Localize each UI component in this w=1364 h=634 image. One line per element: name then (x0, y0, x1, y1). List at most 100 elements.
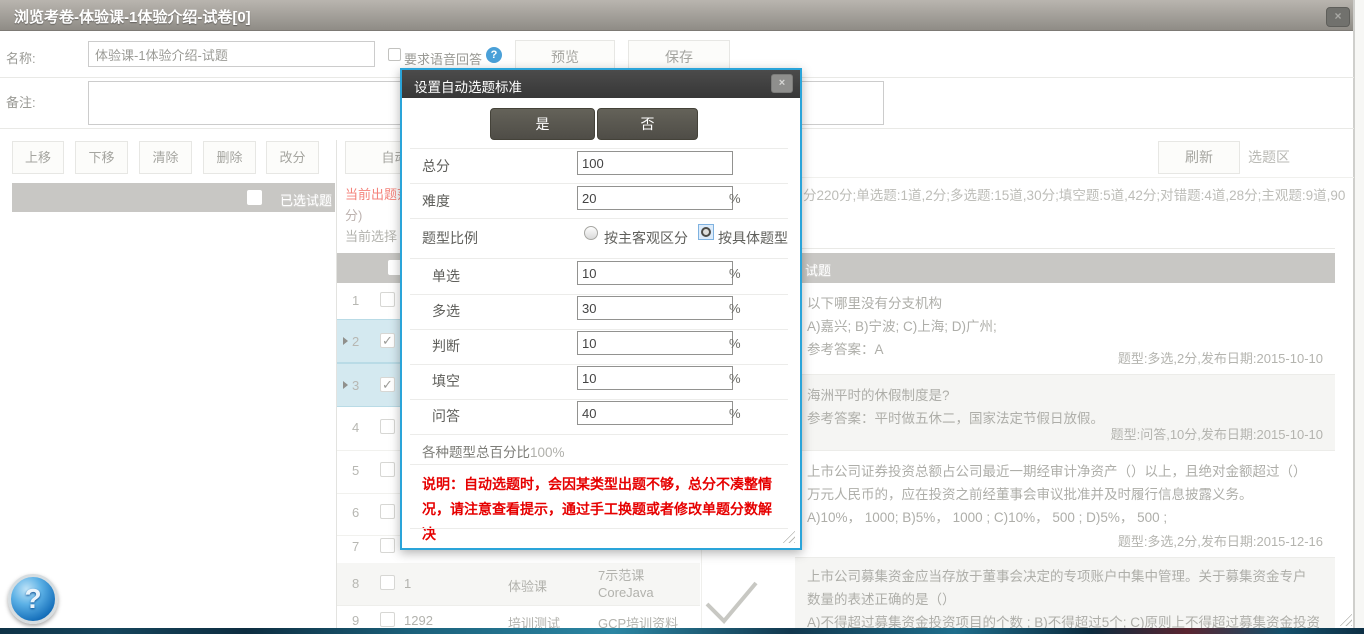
percent-sign: % (729, 371, 741, 386)
true-false-label: 判断 (432, 336, 460, 356)
voice-help-icon[interactable]: ? (486, 47, 502, 63)
divider (410, 294, 788, 295)
question-meta: 题型:多选,2分,发布日期:2015-10-10 (1118, 348, 1323, 367)
divider (410, 399, 788, 400)
row-checkbox[interactable] (380, 504, 395, 519)
total-score-input[interactable] (577, 151, 733, 175)
divider (410, 258, 788, 259)
window-titlebar: 浏览考卷-体验课-1体验介绍-试卷[0] (0, 0, 1354, 31)
total-score-label: 总分 (422, 156, 450, 176)
percent-sign: % (729, 266, 741, 281)
question-meta: 题型:问答,10分,发布日期:2015-10-10 (1111, 424, 1323, 443)
essay-input[interactable] (577, 401, 733, 425)
exam-name-input[interactable] (88, 41, 375, 67)
radio-by-specific-type[interactable] (698, 224, 714, 240)
selected-questions-header: 已选试题 (12, 183, 335, 212)
divider (410, 364, 788, 365)
row-checkbox[interactable] (380, 462, 395, 477)
auto-select-modal: 设置自动选题标准 × 是 否 总分 难度 % 题型比例 按主客观区分 按具体题型… (400, 68, 802, 550)
percent-sign: % (729, 191, 741, 206)
question-item[interactable]: 上市公司证券投资总额占公司最近一期经审计净资产（）以上，且绝对金额超过（） 万元… (795, 451, 1335, 558)
auto-select-warning-text: 说明：自动选题时，会因某类型出题不够，总分不凑整情况，请注意查看提示，通过手工换… (422, 472, 776, 547)
divider (410, 329, 788, 330)
fill-blank-input[interactable] (577, 366, 733, 390)
question-item[interactable]: 以下哪里没有分支机构 A)嘉兴; B)宁波; C)上海; D)广州; 参考答案：… (795, 283, 1335, 375)
window-close-icon[interactable]: × (1326, 7, 1350, 27)
single-choice-input[interactable] (577, 261, 733, 285)
change-score-button[interactable]: 改分 (266, 141, 319, 174)
question-bank-title: 试题 (805, 260, 831, 279)
percent-sign: % (729, 406, 741, 421)
multi-choice-input[interactable] (577, 296, 733, 320)
difficulty-input[interactable] (577, 186, 733, 210)
question-bank-header: 试题 (795, 253, 1335, 283)
row-expand-arrow-icon[interactable] (343, 381, 348, 389)
move-down-button[interactable]: 下移 (75, 141, 128, 174)
modal-resize-handle[interactable] (781, 529, 795, 543)
modal-title: 设置自动选题标准 (414, 76, 522, 96)
modal-titlebar: 设置自动选题标准 × (402, 70, 800, 98)
radio-by-subjective-objective-label: 按主客观区分 (604, 228, 688, 248)
divider (410, 183, 788, 184)
radio-by-subjective-objective[interactable] (584, 226, 598, 240)
question-line: 海洲平时的休假制度是? (807, 384, 1323, 407)
row-number: 7 (352, 539, 359, 554)
true-false-input[interactable] (577, 331, 733, 355)
question-line: 万元人民币的，应在投资之前经董事会审议批准并及时履行信息披露义务。 (807, 483, 1323, 506)
desktop-wallpaper-strip (0, 628, 1364, 634)
fill-blank-label: 填空 (432, 371, 460, 391)
delete-button[interactable]: 删除 (203, 141, 256, 174)
row-number: 2 (352, 334, 359, 349)
difficulty-label: 难度 (422, 191, 450, 211)
row-checkbox[interactable] (380, 575, 395, 590)
row-number: 8 (352, 576, 359, 591)
row-course: 体验课 (508, 576, 547, 595)
divider (410, 218, 788, 219)
question-line: 上市公司募集资金应当存放于董事会决定的专项账户中集中管理。关于募集资金专户 (807, 565, 1323, 588)
row-number: 6 (352, 505, 359, 520)
question-line: A)10%， 1000; B)5%， 1000 ; C)10%， 500 ; D… (807, 506, 1323, 529)
question-line: 以下哪里没有分支机构 (807, 292, 1323, 315)
divider (410, 434, 788, 435)
no-button[interactable]: 否 (597, 108, 698, 140)
current-range-text-2: 分) (345, 205, 362, 224)
row-material: 7示范课 CoreJava (598, 567, 693, 601)
multi-choice-label: 多选 (432, 301, 460, 321)
total-percentage-note: 各种题型总百分比100% (422, 441, 565, 461)
question-item[interactable]: 上市公司募集资金应当存放于董事会决定的专项账户中集中管理。关于募集资金专户 数量… (795, 558, 1335, 634)
name-label: 名称: (6, 48, 36, 67)
row-checkbox[interactable] (380, 377, 395, 392)
row-number: 1 (352, 293, 359, 308)
divider (410, 464, 788, 465)
clear-button[interactable]: 清除 (139, 141, 192, 174)
table-row[interactable]: 8 1 体验课 7示范课 CoreJava (337, 563, 700, 606)
modal-close-icon[interactable]: × (771, 74, 793, 93)
help-icon[interactable]: ? (8, 574, 58, 624)
selected-questions-title: 已选试题 (280, 190, 332, 209)
exam-browser-window: 浏览考卷-体验课-1体验介绍-试卷[0] × 名称: 要求语音回答 ? 预览 保… (0, 0, 1364, 634)
move-up-button[interactable]: 上移 (12, 141, 64, 174)
row-checkbox[interactable] (380, 419, 395, 434)
window-resize-handle[interactable] (1338, 612, 1352, 626)
divider (410, 148, 788, 149)
row-checkbox[interactable] (380, 333, 395, 348)
refresh-button[interactable]: 刷新 (1158, 141, 1240, 174)
essay-label: 问答 (432, 406, 460, 426)
row-number: 9 (352, 613, 359, 628)
row-checkbox[interactable] (380, 612, 395, 627)
voice-answer-label: 要求语音回答 (404, 49, 482, 68)
remark-label: 备注: (6, 92, 36, 111)
window-right-border (1353, 0, 1355, 634)
single-choice-label: 单选 (432, 266, 460, 286)
row-checkbox[interactable] (380, 292, 395, 307)
row-expand-arrow-icon[interactable] (343, 337, 348, 345)
modal-body: 是 否 总分 难度 % 题型比例 按主客观区分 按具体题型 单选 % 多选 (402, 98, 800, 548)
divider (410, 528, 788, 529)
select-all-checkbox[interactable] (247, 190, 262, 205)
question-item[interactable]: 海洲平时的休假制度是? 参考答案：平时做五休二，国家法定节假日放假。 题型:问答… (795, 375, 1335, 451)
selection-zone-label: 选题区 (1248, 147, 1290, 167)
voice-answer-checkbox[interactable] (388, 48, 401, 61)
percent-sign: % (729, 336, 741, 351)
row-checkbox[interactable] (380, 538, 395, 553)
yes-button[interactable]: 是 (490, 108, 595, 140)
